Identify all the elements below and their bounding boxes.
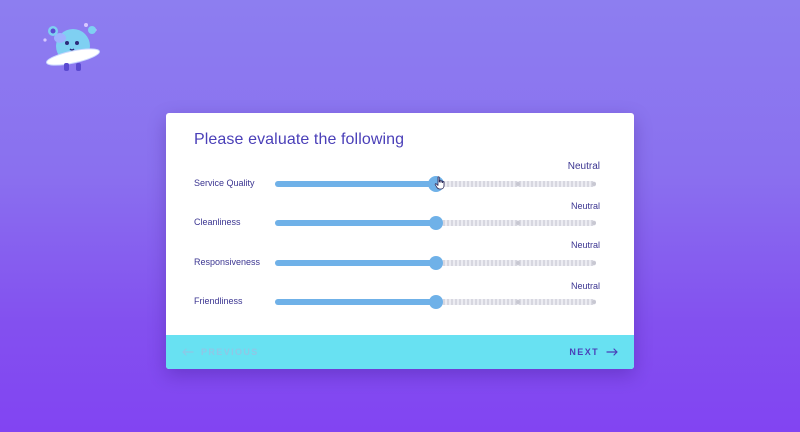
slider-step-dot — [592, 261, 596, 265]
rating-slider[interactable] — [275, 216, 596, 230]
slider-step-dot — [592, 221, 596, 225]
slider-step-dot — [515, 300, 520, 304]
arrow-left-icon — [182, 348, 194, 356]
slider-thumb[interactable] — [428, 216, 443, 230]
slider-step-dot — [515, 221, 520, 225]
slider-fill — [275, 181, 436, 187]
slider-fill — [275, 299, 436, 305]
rating-label: Friendliness — [194, 296, 243, 306]
hand-pointer-icon — [434, 176, 445, 190]
rating-row-service-quality: Service Quality Neutral — [166, 161, 634, 198]
previous-button[interactable]: PREVIOUS — [182, 335, 259, 369]
slider-step-dot — [592, 300, 596, 304]
rating-slider[interactable] — [275, 256, 596, 270]
survey-navigation-bar: PREVIOUS NEXT — [166, 335, 634, 369]
next-button[interactable]: NEXT — [569, 335, 618, 369]
rating-value-label: Neutral — [567, 161, 600, 172]
rating-row-friendliness: Friendliness Neutral — [166, 281, 634, 316]
slider-thumb[interactable] — [428, 256, 443, 270]
slider-fill — [275, 260, 436, 266]
slider-fill — [275, 220, 436, 226]
rating-value-label: Neutral — [570, 240, 600, 250]
rating-value-label: Neutral — [570, 201, 600, 211]
rating-slider[interactable] — [275, 295, 596, 309]
previous-button-label: PREVIOUS — [201, 347, 259, 357]
next-button-label: NEXT — [569, 347, 599, 357]
rating-row-responsiveness: Responsiveness Neutral — [166, 240, 634, 277]
slider-step-dot — [592, 182, 596, 186]
slider-thumb[interactable] — [428, 295, 443, 309]
planet-mascot-icon — [43, 23, 100, 71]
arrow-right-icon — [606, 348, 618, 356]
rating-label: Cleanliness — [194, 217, 241, 227]
rating-value-label: Neutral — [570, 281, 600, 291]
rating-rows: Service Quality Neutral Cleanliness Neut… — [166, 113, 634, 335]
rating-row-cleanliness: Cleanliness Neutral — [166, 201, 634, 237]
rating-label: Responsiveness — [194, 257, 261, 267]
slider-step-dot — [515, 261, 520, 265]
rating-label: Service Quality — [194, 178, 255, 188]
survey-card: Please evaluate the following Service Qu… — [166, 113, 634, 369]
slider-step-dot — [515, 182, 520, 186]
